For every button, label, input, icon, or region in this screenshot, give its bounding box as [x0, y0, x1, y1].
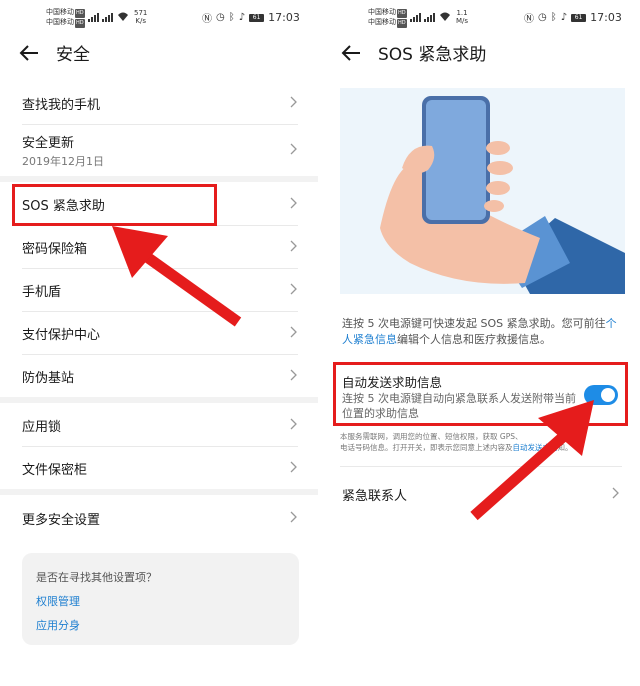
bluetooth-icon: ᛒ	[228, 12, 235, 23]
network-speed: 1.1 M/s	[456, 9, 469, 25]
chevron-right-icon	[290, 461, 297, 473]
status-bar: 中国移动 HD 中国移动 HD 571 K/s Ⓝ ◷ ᛒ ♪ 61 17:03	[0, 0, 318, 36]
sos-description: 连按 5 次电源键可快速发起 SOS 紧急求助。您可前往个人紧急信息编辑个人信息…	[342, 317, 617, 346]
app-bar: 安全	[0, 36, 318, 76]
annotation-arrow	[470, 400, 594, 521]
page-title: 安全	[56, 45, 90, 65]
chevron-right-icon	[290, 143, 297, 155]
chevron-right-icon	[290, 511, 297, 523]
highlight-box	[12, 184, 217, 226]
signal-icon	[102, 12, 113, 22]
battery-icon: 61	[571, 13, 587, 22]
chevron-right-icon	[290, 369, 297, 381]
wifi-icon	[440, 12, 450, 21]
link-app-twin[interactable]: 应用分身	[36, 617, 80, 633]
back-arrow-icon[interactable]	[340, 42, 362, 64]
app-bar: SOS 紧急求助	[322, 36, 640, 76]
carrier-info: 中国移动 HD 中国移动 HD	[368, 8, 407, 28]
battery-icon: 61	[249, 13, 265, 22]
annotation-arrow	[112, 226, 242, 327]
signal-icon	[410, 12, 421, 22]
chevron-right-icon	[290, 283, 297, 295]
chevron-right-icon	[290, 96, 297, 108]
menu-item-security-update[interactable]: 安全更新 2019年12月1日	[0, 125, 318, 175]
clock: 17:03	[268, 11, 300, 24]
wifi-icon	[118, 12, 128, 21]
network-speed: 571 K/s	[134, 9, 148, 25]
menu-item-app-lock[interactable]: 应用锁	[0, 403, 318, 446]
link-permission-management[interactable]: 权限管理	[36, 593, 80, 609]
system-icons: Ⓝ ◷ ᛒ ♪ 61 17:03	[524, 10, 622, 25]
signal-icon	[424, 12, 435, 22]
sos-emergency-screen: 中国移动 HD 中国移动 HD 1.1 M/s Ⓝ ◷ ᛒ ♪ 61 17:03 SO…	[322, 0, 640, 686]
carrier-info: 中国移动 HD 中国移动 HD	[46, 8, 85, 28]
page-title: SOS 紧急求助	[378, 45, 487, 65]
mute-icon: ♪	[238, 12, 246, 23]
menu-item-find-my-phone[interactable]: 查找我的手机	[0, 80, 318, 124]
nfc-icon: Ⓝ	[524, 14, 534, 25]
chevron-right-icon	[290, 240, 297, 252]
signal-icon	[88, 12, 99, 22]
chevron-right-icon	[612, 487, 619, 499]
back-arrow-icon[interactable]	[18, 42, 40, 64]
alarm-icon: ◷	[216, 12, 225, 23]
menu-item-fake-base-station[interactable]: 防伪基站	[0, 355, 318, 397]
bluetooth-icon: ᛒ	[550, 12, 557, 23]
status-bar: 中国移动 HD 中国移动 HD 1.1 M/s Ⓝ ◷ ᛒ ♪ 61 17:03	[322, 0, 640, 36]
security-settings-screen: 中国移动 HD 中国移动 HD 571 K/s Ⓝ ◷ ᛒ ♪ 61 17:03 安全…	[0, 0, 318, 686]
update-date: 2019年12月1日	[22, 155, 104, 168]
system-icons: Ⓝ ◷ ᛒ ♪ 61 17:03	[202, 10, 300, 25]
menu-item-file-safe[interactable]: 文件保密柜	[0, 447, 318, 489]
chevron-right-icon	[290, 418, 297, 430]
mute-icon: ♪	[560, 12, 568, 23]
hint-question: 是否在寻找其他设置项？	[36, 571, 157, 584]
alarm-icon: ◷	[538, 12, 547, 23]
nfc-icon: Ⓝ	[202, 14, 212, 25]
hand-holding-phone-illustration	[340, 88, 625, 294]
chevron-right-icon	[290, 326, 297, 338]
emergency-contacts-item[interactable]: 紧急联系人	[342, 485, 407, 504]
related-settings-card: 是否在寻找其他设置项？ 权限管理 应用分身	[22, 553, 299, 645]
chevron-right-icon	[290, 197, 297, 209]
menu-item-more-security[interactable]: 更多安全设置	[0, 495, 318, 539]
clock: 17:03	[590, 11, 622, 24]
